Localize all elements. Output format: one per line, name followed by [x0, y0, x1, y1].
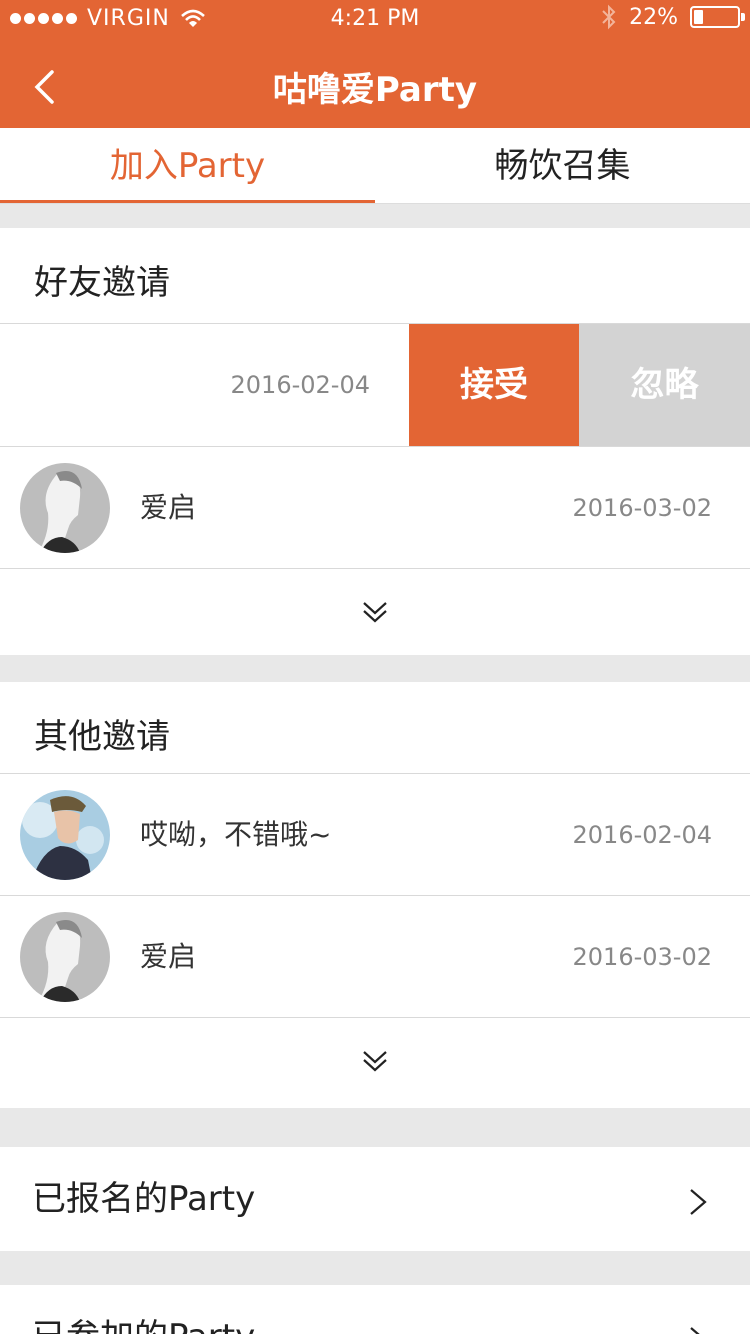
status-right: 22% [601, 4, 745, 30]
status-bar: VIRGIN 4:21 PM 22% [0, 0, 750, 40]
chevron-right-icon [690, 1189, 707, 1215]
avatar [20, 790, 110, 880]
signed-up-party-row[interactable]: 已报名的Party [0, 1147, 750, 1251]
invite-date: 2016-02-04 [230, 371, 370, 399]
top-bar: VIRGIN 4:21 PM 22% 咕噜爱Party [0, 0, 750, 128]
section-title: 好友邀请 [0, 228, 750, 324]
tab-bar: 加入Party 畅饮召集 [0, 128, 750, 204]
double-chevron-down-icon[interactable] [360, 1046, 390, 1076]
invite-name: 爱启 [140, 940, 197, 973]
tab-drink-call[interactable]: 畅饮召集 [375, 128, 750, 203]
invite-date: 2016-03-02 [572, 943, 712, 971]
battery-fill [694, 10, 703, 24]
invite-name: 爱启 [140, 491, 197, 524]
bluetooth-icon [602, 4, 616, 30]
battery-percent: 22% [629, 4, 678, 30]
attended-party-row[interactable]: 已参加的Party [0, 1285, 750, 1334]
avatar [20, 463, 110, 553]
friend-invites-section: 好友邀请 2016-02-04 接受 忽略 爱启 2016-03-02 [0, 228, 750, 655]
double-chevron-down-icon[interactable] [360, 597, 390, 627]
row-label: 已参加的Party [32, 1285, 255, 1334]
expand-more-row[interactable] [0, 1018, 750, 1108]
tab-join-party[interactable]: 加入Party [0, 128, 375, 203]
invite-date: 2016-02-04 [572, 821, 712, 849]
swiped-invite-row[interactable]: 2016-02-04 接受 忽略 [0, 324, 750, 447]
other-invites-section: 其他邀请 哎呦，不错哦~ 2016-02-04 爱启 2016-03-02 [0, 682, 750, 1108]
nav-bar: 咕噜爱Party [0, 44, 750, 128]
ignore-button[interactable]: 忽略 [579, 324, 750, 446]
section-title: 其他邀请 [0, 682, 750, 774]
avatar [20, 912, 110, 1002]
accept-button[interactable]: 接受 [409, 324, 579, 446]
list-item[interactable]: 哎呦，不错哦~ 2016-02-04 [0, 774, 750, 896]
expand-more-row[interactable] [0, 569, 750, 655]
invite-name: 哎呦，不错哦~ [140, 818, 332, 851]
chevron-right-icon [690, 1327, 700, 1334]
list-item[interactable]: 爱启 2016-03-02 [0, 447, 750, 569]
list-item[interactable]: 爱启 2016-03-02 [0, 896, 750, 1018]
battery-icon [690, 6, 745, 28]
row-label: 已报名的Party [32, 1179, 256, 1219]
invite-date: 2016-03-02 [572, 494, 712, 522]
page-title: 咕噜爱Party [272, 70, 478, 110]
